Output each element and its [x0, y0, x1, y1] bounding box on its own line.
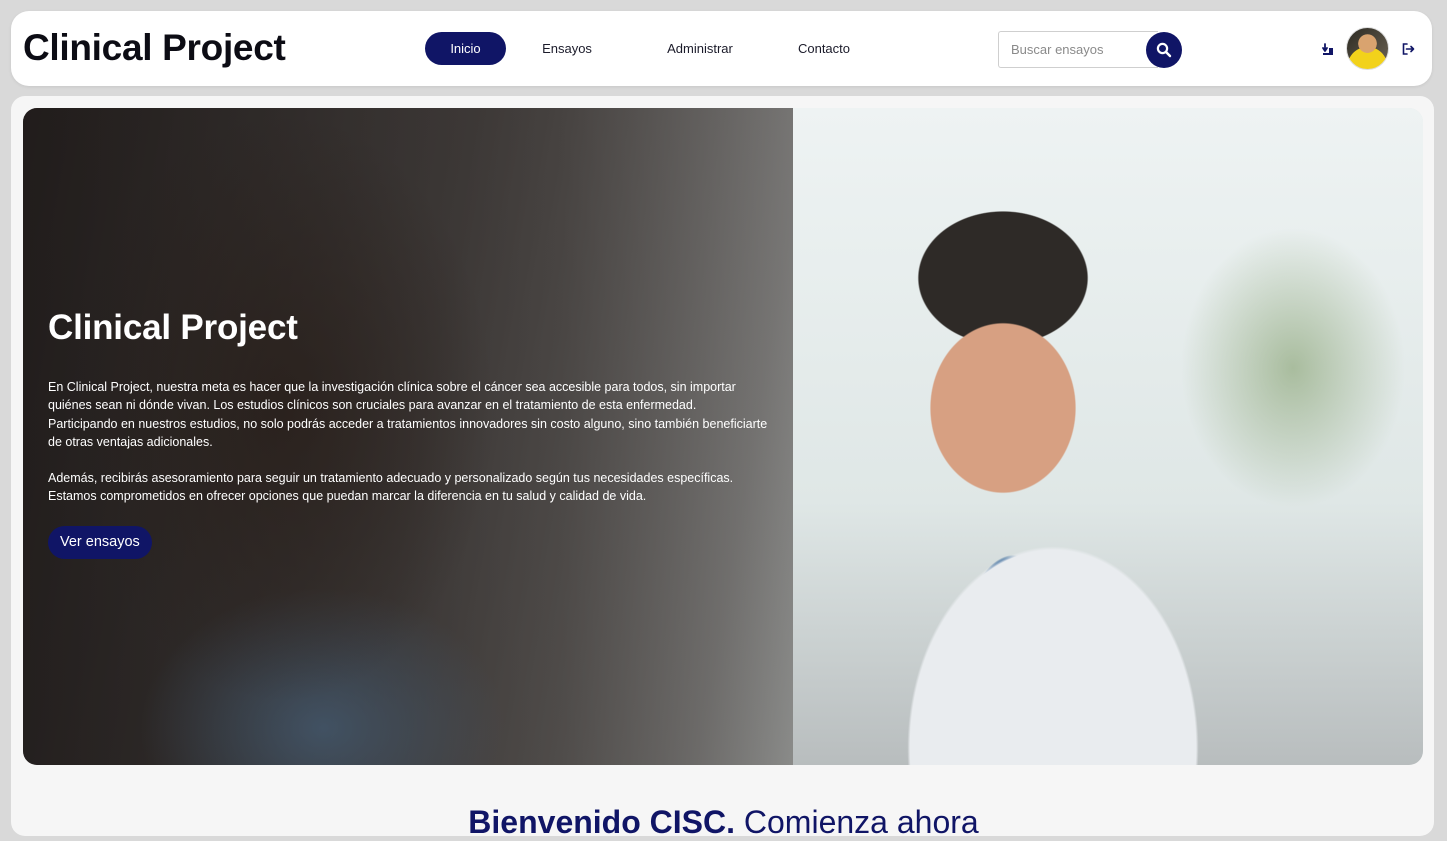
nav-item-contacto[interactable]: Contacto	[784, 32, 864, 65]
avatar[interactable]	[1346, 27, 1389, 70]
hero-title: Clinical Project	[48, 308, 298, 347]
nav-item-ensayos[interactable]: Ensayos	[532, 32, 602, 65]
hero-paragraph-2: Además, recibirás asesoramiento para seg…	[48, 471, 734, 504]
top-navbar: Clinical Project Inicio Ensayos Administ…	[11, 11, 1432, 86]
search-icon	[1156, 42, 1172, 58]
welcome-strong: Bienvenido CISC.	[468, 804, 735, 840]
ver-ensayos-button[interactable]: Ver ensayos	[48, 525, 152, 559]
search-input[interactable]	[998, 31, 1158, 68]
search-button[interactable]	[1146, 32, 1182, 68]
search-bar	[998, 31, 1182, 68]
nav-item-inicio[interactable]: Inicio	[425, 32, 506, 65]
hero-image-doctor	[793, 108, 1423, 765]
nav-item-administrar[interactable]: Administrar	[652, 32, 748, 65]
welcome-rest: Comienza ahora	[735, 804, 979, 840]
upload-icon	[1322, 43, 1333, 55]
logout-icon	[1402, 43, 1415, 55]
logout-button[interactable]	[1399, 40, 1417, 58]
upload-button[interactable]	[1319, 40, 1337, 58]
brand-logo-text[interactable]: Clinical Project	[23, 27, 286, 69]
hero-text-block: Clinical Project En Clinical Project, nu…	[48, 308, 768, 559]
welcome-heading: Bienvenido CISC. Comienza ahora	[0, 804, 1447, 841]
hero-paragraph-1: En Clinical Project, nuestra meta es hac…	[48, 380, 768, 449]
